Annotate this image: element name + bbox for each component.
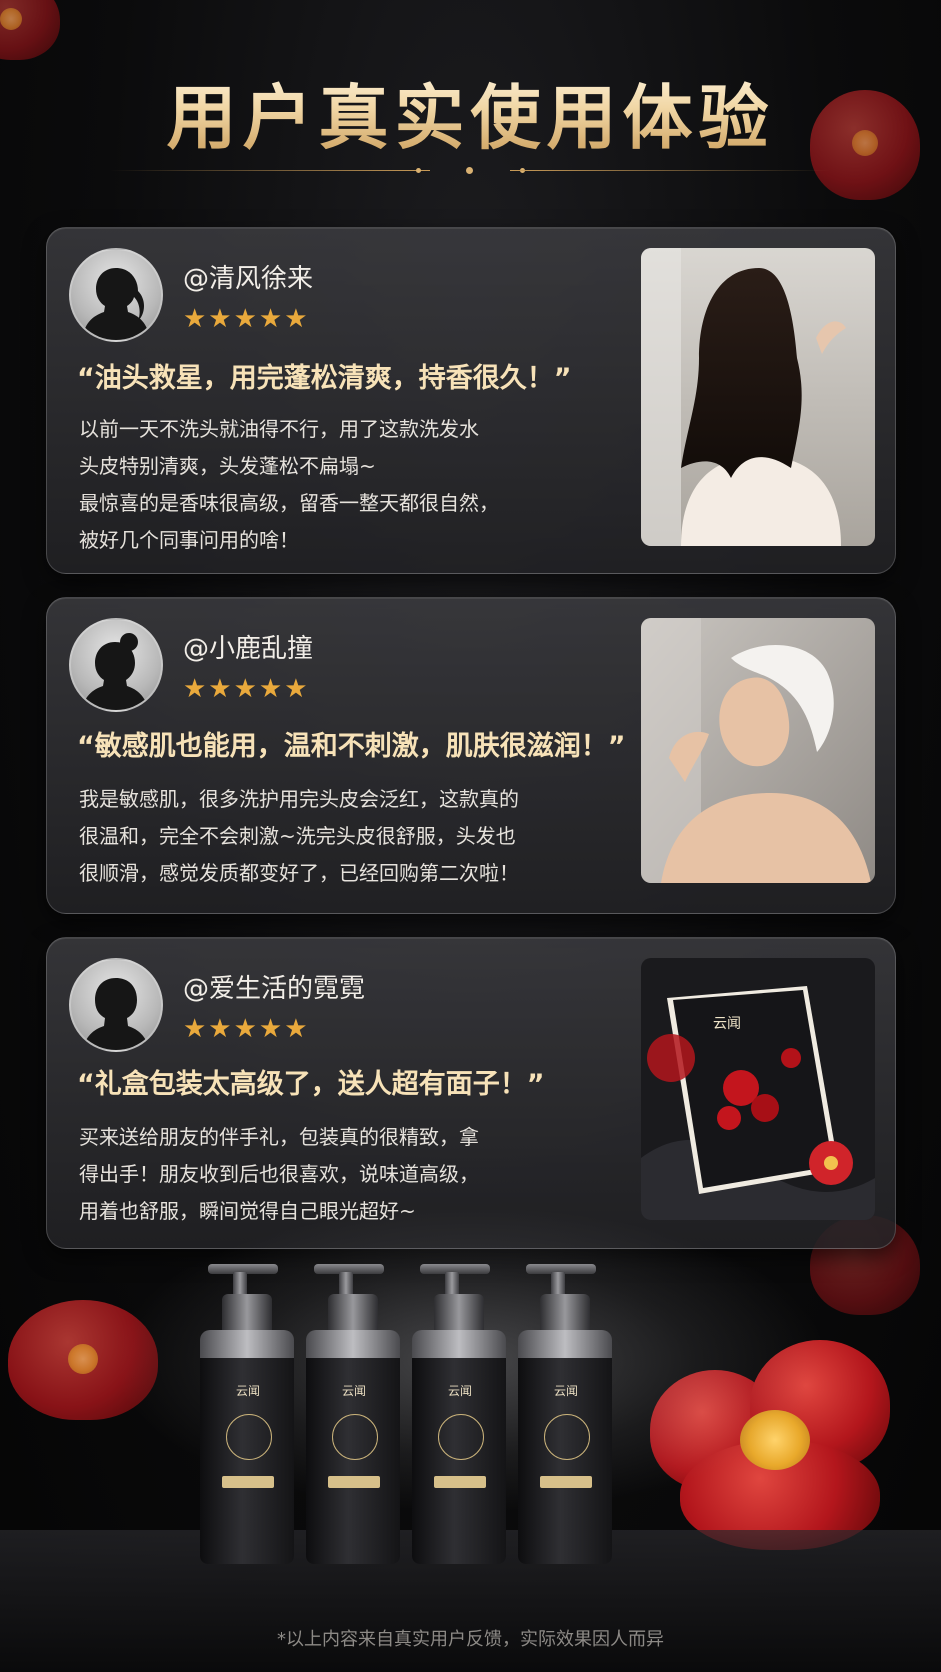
svg-text:云闻: 云闻	[713, 1016, 741, 1032]
female-silhouette-bun-icon	[81, 633, 149, 710]
female-silhouette-ponytail-icon	[82, 268, 150, 340]
bottle-brand-label: 云闻	[236, 1384, 261, 1398]
woman-washing-hair-photo	[641, 618, 875, 883]
star-rating: ★★★★★	[183, 304, 310, 334]
camellia-emblem-icon	[332, 1414, 378, 1460]
camellia-emblem-icon	[438, 1414, 484, 1460]
title-divider	[110, 165, 830, 177]
shampoo-bottle: 云闻	[306, 1264, 400, 1564]
review-body: 我是敏感肌，很多洗护用完头皮会泛红，这款真的 很温和，完全不会刺激~洗完头皮很舒…	[79, 787, 519, 885]
reviewer-username: @清风徐来	[183, 264, 314, 294]
woman-long-wavy-hair-photo	[641, 248, 875, 546]
shampoo-bottle: 云闻	[518, 1264, 612, 1564]
camellia-emblem-icon	[544, 1414, 590, 1460]
review-card: @清风徐来 ★★★★★ “油头救星，用完蓬松清爽，持香很久！” 以前一天不洗头就…	[46, 227, 896, 574]
gift-box-camellia-photo: 云闻	[641, 958, 875, 1220]
bottle-brand-label: 云闻	[554, 1384, 579, 1398]
bottle-brand-label: 云闻	[342, 1384, 367, 1398]
camellia-emblem-icon	[226, 1414, 272, 1460]
star-rating: ★★★★★	[183, 1014, 310, 1044]
camellia-flower-top-left	[0, 0, 80, 70]
avatar	[69, 958, 163, 1052]
review-quote: “礼盒包装太高级了，送人超有面子！”	[77, 1069, 545, 1100]
review-card: @爱生活的霓霓 ★★★★★ “礼盒包装太高级了，送人超有面子！” 买来送给朋友的…	[46, 937, 896, 1249]
disclaimer-footnote: *以上内容来自真实用户反馈，实际效果因人而异	[277, 1629, 664, 1650]
reviewer-username: @小鹿乱撞	[183, 634, 314, 664]
shampoo-bottle: 云闻	[412, 1264, 506, 1564]
reviewer-username: @爱生活的霓霓	[183, 974, 366, 1004]
review-body: 以前一天不洗头就油得不行，用了这款洗发水 头皮特别清爽，头发蓬松不扁塌~ 最惊喜…	[79, 417, 499, 552]
product-bottles: 云闻 云闻 云闻 云闻	[200, 1264, 660, 1564]
star-rating: ★★★★★	[183, 674, 310, 704]
avatar	[69, 618, 163, 712]
bottle-brand-label: 云闻	[448, 1384, 473, 1398]
review-quote: “敏感肌也能用，温和不刺激，肌肤很滋润！”	[77, 731, 626, 762]
avatar	[69, 248, 163, 342]
review-card: @小鹿乱撞 ★★★★★ “敏感肌也能用，温和不刺激，肌肤很滋润！” 我是敏感肌，…	[46, 597, 896, 914]
page-title: 用户真实使用体验	[0, 62, 941, 163]
female-silhouette-short-hair-icon	[82, 978, 150, 1050]
shampoo-bottle: 云闻	[200, 1264, 294, 1564]
review-quote: “油头救星，用完蓬松清爽，持香很久！”	[77, 363, 572, 394]
